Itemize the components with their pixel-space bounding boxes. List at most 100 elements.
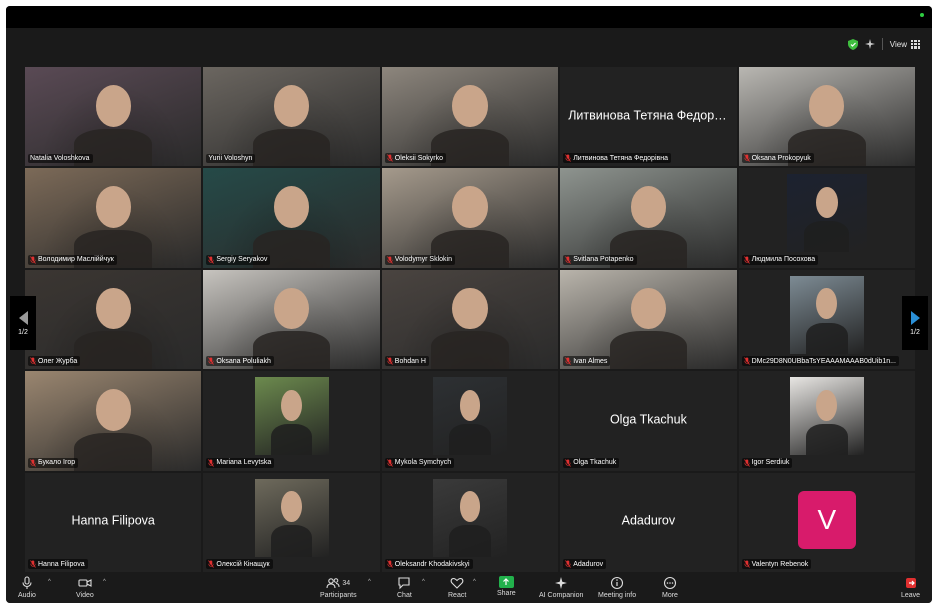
participant-name-label: Oksana Poluliakh [206, 356, 274, 367]
participant-tile[interactable]: Олег Журба [25, 269, 202, 370]
participant-tile[interactable]: Людмила Посохова [738, 168, 915, 268]
share-button[interactable]: Share [497, 576, 516, 597]
react-caret-icon[interactable]: ^ [473, 579, 476, 585]
grid-view-icon [911, 39, 920, 49]
participant-tile[interactable]: Oleksii Sokyrko [381, 67, 559, 167]
share-label: Share [497, 590, 516, 597]
microphone-off-icon [386, 256, 393, 264]
participant-name-label: Литвинова Тетяна Федорівна [563, 153, 671, 164]
participant-tile[interactable]: V Valentyn Rebenok [738, 472, 915, 572]
chevron-left-icon [18, 310, 28, 325]
microphone-off-icon [208, 560, 215, 568]
microphone-off-icon [30, 458, 36, 467]
participant-tile[interactable]: Oksana Poluliakh [203, 269, 380, 370]
participant-name-label: Олексій Кінащук [206, 559, 273, 569]
participant-tile[interactable]: Igor Serdiuk [738, 371, 915, 471]
chat-button[interactable]: Chat [397, 576, 412, 599]
video-grid: Natalia Voloshkova Yurii Voloshyn Oleksii … [25, 67, 915, 572]
participants-button[interactable]: 34 Participants [320, 576, 357, 599]
participant-display-name: Hanna Filipova [71, 513, 155, 528]
chevron-right-icon [910, 310, 920, 325]
participant-tile[interactable]: Ivan Almes [560, 269, 737, 370]
next-page-button[interactable]: 1/2 [902, 296, 928, 350]
participant-name-label: Adadurov [563, 559, 607, 569]
audio-caret-icon[interactable]: ^ [48, 579, 51, 585]
participant-tile[interactable]: DMc29D8N0UBbaTsYEAAAMAAAB0dUib1n... [738, 269, 915, 370]
microphone-off-icon [208, 357, 215, 365]
microphone-off-icon [743, 458, 750, 467]
participant-tile[interactable]: Литвинова Тетяна Федорів... Литвинова Тет… [560, 67, 737, 167]
microphone-off-icon [386, 560, 393, 568]
participant-name-label: Oleksii Sokyrko [384, 153, 447, 164]
participant-name-label: Sergiy Seryakov [206, 254, 271, 265]
participant-name: Володимир Масліййчук [38, 256, 114, 264]
participant-name-label: Natalia Voloshkova [28, 154, 93, 164]
participant-name: Oksana Prokopyuk [751, 154, 811, 162]
view-button[interactable]: View [890, 39, 920, 49]
participant-name-label: Людмила Посохова [741, 254, 819, 265]
audio-button[interactable]: Audio [18, 576, 36, 599]
microphone-off-icon [565, 256, 572, 264]
more-button[interactable]: More [662, 576, 678, 599]
ai-sparkle-icon [555, 577, 568, 589]
participant-tile[interactable]: Yurii Voloshyn [203, 67, 380, 167]
microphone-off-icon [565, 357, 572, 365]
leave-button[interactable]: Leave [901, 576, 920, 599]
participant-tile[interactable]: Олексій Кінащук [203, 472, 380, 572]
participant-tile[interactable]: Adadurov Adadurov [560, 472, 737, 572]
participants-caret-icon[interactable]: ^ [368, 579, 371, 585]
participant-name: Oksana Poluliakh [216, 357, 271, 365]
info-icon [611, 576, 624, 590]
participant-name: Igor Serdiuk [751, 459, 790, 467]
participant-name: Hanna Filipova [38, 560, 85, 568]
participant-tile[interactable]: Букало Ігор [25, 371, 202, 471]
react-button[interactable]: React [448, 576, 466, 599]
participant-tile[interactable]: Bohdan H [381, 269, 559, 370]
participant-tile[interactable]: Olga Tkachuk Olga Tkachuk [560, 371, 737, 471]
page-indicator-left: 1/2 [18, 328, 28, 336]
participant-name: Bohdan H [394, 357, 426, 365]
microphone-off-icon [565, 458, 572, 467]
participant-tile[interactable]: Oksana Prokopyuk [738, 67, 915, 167]
react-label: React [448, 592, 467, 599]
video-button[interactable]: Video [76, 576, 94, 599]
video-caret-icon[interactable]: ^ [103, 579, 106, 585]
participant-tile[interactable]: Володимир Масліййчук [25, 168, 202, 268]
top-right-controls: View [847, 38, 920, 50]
participant-tile[interactable]: Sergiy Seryakov [203, 168, 380, 268]
participants-label: Participants [320, 592, 357, 599]
divider [881, 38, 883, 50]
participant-name-label: Олег Журба [28, 356, 81, 367]
participant-display-name: Литвинова Тетяна Федорів... [568, 108, 735, 123]
participant-tile[interactable]: Natalia Voloshkova [25, 67, 202, 167]
participant-tile[interactable]: Hanna Filipova Hanna Filipova [25, 472, 202, 572]
participant-name-label: Svitlana Potapenko [563, 254, 637, 265]
participant-tile[interactable]: Oleksandr Khodakivskyi [381, 472, 559, 572]
participant-tile[interactable]: Volodymyr Sklokin [381, 168, 559, 268]
ai-companion-button[interactable]: AI Companion [539, 576, 583, 599]
meeting-info-button[interactable]: Meeting info [598, 576, 636, 599]
participant-name: Svitlana Potapenko [573, 256, 634, 264]
participant-tile[interactable]: Mariana Levytska [203, 371, 380, 471]
participant-name: Литвинова Тетяна Федорівна [573, 154, 668, 162]
participant-tile[interactable]: Svitlana Potapenko [560, 168, 737, 268]
participant-name-label: Bohdan H [384, 356, 429, 367]
microphone-off-icon [743, 357, 750, 365]
sparkle-icon[interactable] [864, 39, 875, 49]
participant-name: Valentyn Rebenok [751, 560, 809, 568]
microphone-icon [22, 576, 32, 589]
shield-icon[interactable] [847, 38, 858, 50]
microphone-off-icon [386, 458, 393, 467]
top-bar: View [6, 28, 932, 66]
prev-page-button[interactable]: 1/2 [10, 296, 36, 350]
participant-name: Yurii Voloshyn [208, 155, 253, 163]
participant-avatar: V [797, 490, 856, 549]
participant-name-label: Yurii Voloshyn [206, 154, 256, 164]
participant-tile[interactable]: Mykola Symchych [381, 371, 559, 471]
microphone-off-icon [208, 458, 215, 467]
participant-name: Oleksandr Khodakivskyi [394, 560, 470, 568]
participant-name: Ivan Almes [573, 357, 608, 365]
chat-caret-icon[interactable]: ^ [422, 579, 425, 585]
participant-name-label: Olga Tkachuk [563, 457, 620, 468]
microphone-off-icon [565, 154, 572, 163]
